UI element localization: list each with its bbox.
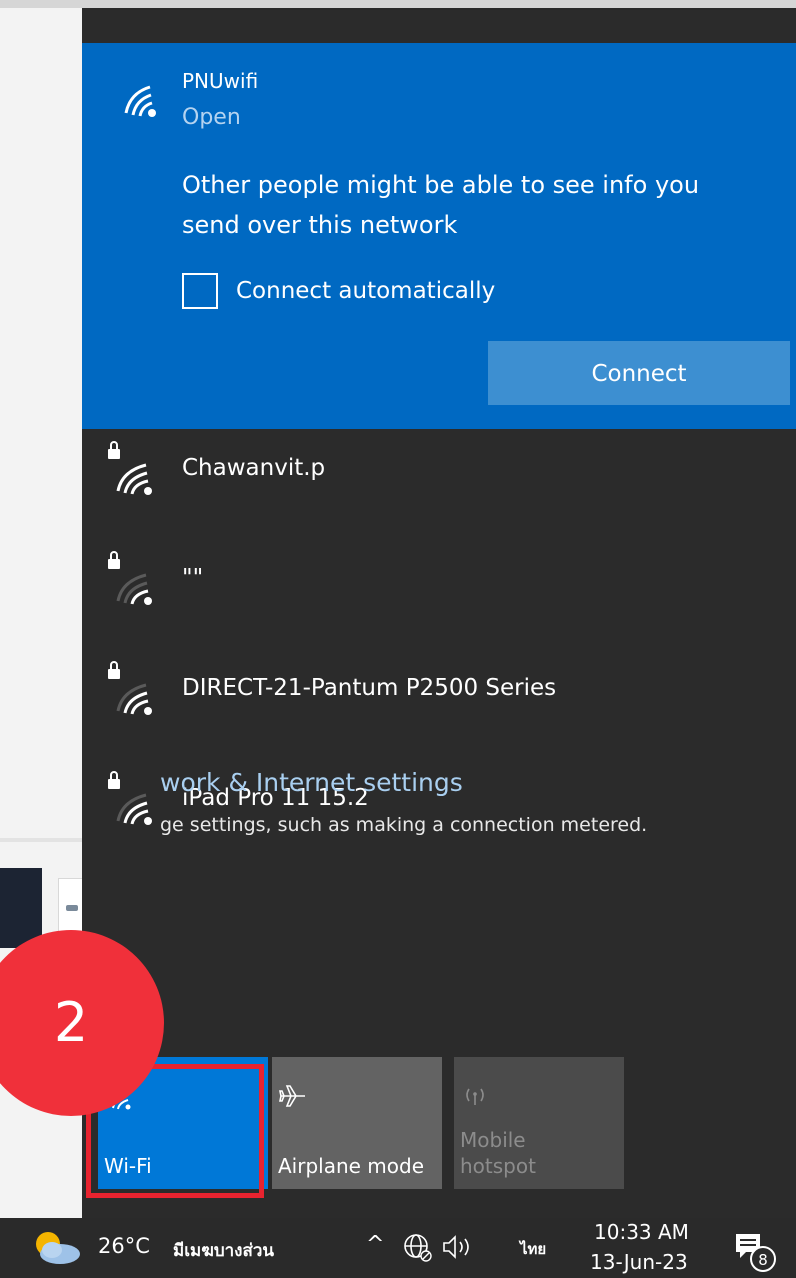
secured-wifi-icon xyxy=(108,551,152,605)
partly-cloudy-icon[interactable] xyxy=(30,1226,86,1270)
connect-button[interactable]: Connect xyxy=(488,341,790,405)
wifi-signal-icon xyxy=(124,85,156,117)
airplane-mode-tile[interactable]: Airplane mode xyxy=(272,1057,442,1189)
hotspot-tile-label: Mobile hotspot xyxy=(460,1127,536,1179)
secured-wifi-icon xyxy=(108,441,152,495)
hotspot-icon xyxy=(466,1088,484,1105)
chevron-up-icon[interactable]: ^ xyxy=(366,1232,384,1257)
background-card-icon xyxy=(66,905,78,911)
clock-time[interactable]: 10:33 AM xyxy=(594,1220,689,1244)
mobile-hotspot-tile[interactable]: Mobile hotspot xyxy=(454,1057,624,1189)
flyout-top-bar xyxy=(82,8,796,43)
clock-date[interactable]: 13-Jun-23 xyxy=(590,1250,688,1274)
background-window-edge xyxy=(0,0,796,8)
input-language[interactable]: ไทย xyxy=(520,1237,546,1261)
selected-network-panel[interactable]: PNUwifi Open Other people might be able … xyxy=(82,43,796,429)
connect-automatically-label[interactable]: Connect automatically xyxy=(236,273,495,309)
network-list-item[interactable]: Chawanvit.p xyxy=(82,429,796,519)
network-list-item[interactable]: DIRECT-21-Pantum P2500 Series xyxy=(82,649,796,739)
globe-network-icon[interactable] xyxy=(400,1230,434,1264)
security-warning: Other people might be able to see info y… xyxy=(182,171,700,239)
network-status: Open xyxy=(182,105,241,130)
network-name: Chawanvit.p xyxy=(182,455,326,481)
weather-temperature[interactable]: 26°C xyxy=(98,1234,150,1258)
network-name: "" xyxy=(182,565,204,591)
speaker-volume-icon[interactable] xyxy=(440,1232,484,1262)
connect-automatically-checkbox[interactable] xyxy=(182,273,218,309)
background-divider xyxy=(0,838,82,842)
hotspot-label-line1: Mobile xyxy=(460,1128,526,1152)
taskbar: 26°C มีเมฆบางส่วน ^ ไทย 10:33 AM 13-Jun-… xyxy=(0,1218,796,1278)
airplane-icon xyxy=(279,1085,305,1107)
network-ssid: PNUwifi xyxy=(182,69,259,93)
hotspot-label-line2: hotspot xyxy=(460,1154,536,1178)
network-name: DIRECT-21-Pantum P2500 Series xyxy=(182,675,557,701)
network-settings-link[interactable]: work & Internet settings xyxy=(160,768,463,797)
secured-wifi-icon xyxy=(108,661,152,715)
secured-wifi-icon xyxy=(108,771,152,825)
weather-condition[interactable]: มีเมฆบางส่วน xyxy=(173,1237,274,1264)
airplane-tile-label: Airplane mode xyxy=(278,1154,425,1178)
notification-count-badge: 8 xyxy=(750,1246,776,1272)
network-list-item[interactable]: "" xyxy=(82,539,796,629)
network-flyout: PNUwifi Open Other people might be able … xyxy=(82,8,796,1233)
network-settings-description: ge settings, such as making a connection… xyxy=(160,814,648,836)
